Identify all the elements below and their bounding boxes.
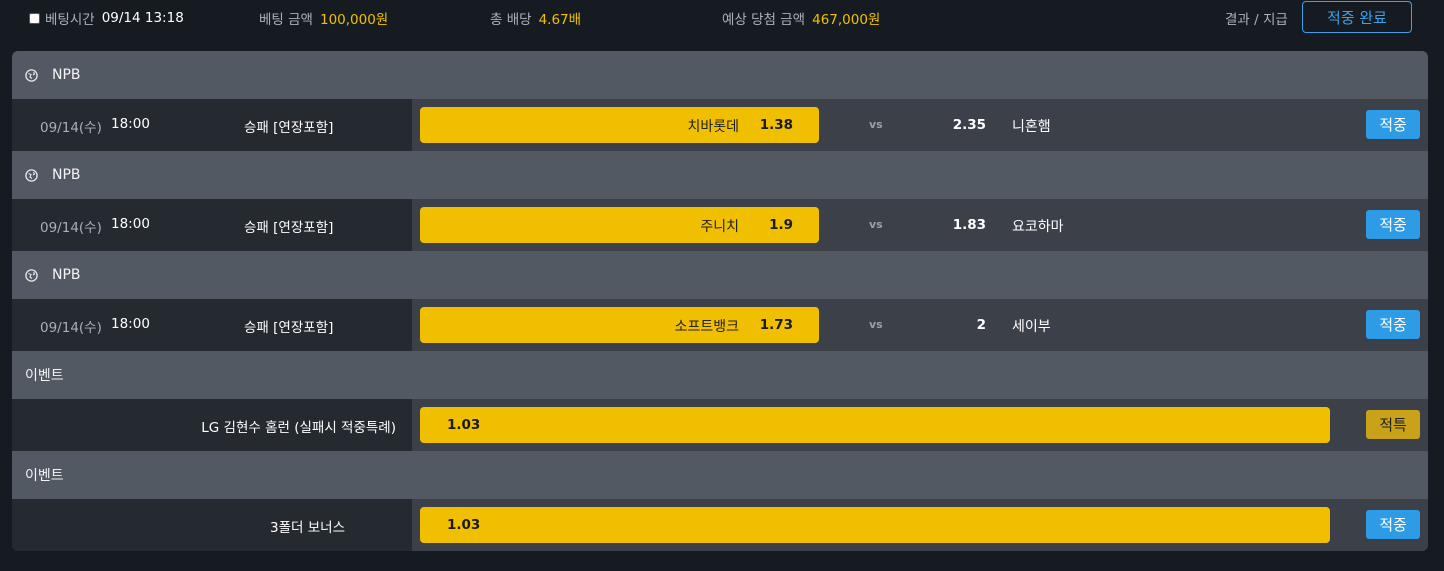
expected-win-value: 467,000원	[812, 12, 881, 28]
vs-label: vs	[869, 118, 883, 131]
bet-amount: 베팅 금액 100,000원	[259, 9, 389, 28]
league-header: NPB	[12, 151, 1428, 199]
away-odds: 1.83	[952, 217, 986, 233]
special-status-button[interactable]: 적특	[1366, 410, 1420, 439]
league-name: NPB	[52, 267, 81, 283]
bet-summary-bar: 베팅시간 09/14 13:18 베팅 금액 100,000원 총 배당 4.6…	[0, 0, 1444, 36]
vs-label: vs	[869, 318, 883, 331]
match-info: 09/14(수) 18:00 승패 [연장포함]	[12, 199, 412, 251]
bet-time: 베팅시간 09/14 13:18	[29, 9, 184, 28]
match-time: 18:00	[111, 216, 150, 232]
league-name: NPB	[52, 67, 81, 83]
hit-status-button[interactable]: 적중	[1366, 510, 1420, 539]
event-name: LG 김현수 홈런 (실패시 적중특례)	[201, 420, 396, 436]
hit-complete-button[interactable]: 적중 완료	[1302, 1, 1412, 33]
event-name: 3폴더 보너스	[270, 520, 345, 536]
event-header-label: 이벤트	[25, 468, 64, 484]
event-selection[interactable]: 1.03	[420, 407, 1330, 443]
away-odds: 2.35	[952, 117, 986, 133]
home-selection[interactable]: 치바롯데 1.38	[420, 107, 819, 143]
event-header: 이벤트	[12, 451, 1428, 499]
home-team: 소프트뱅크	[674, 319, 739, 335]
bet-slip-panel: NPB 09/14(수) 18:00 승패 [연장포함] 치바롯데 1.38 v…	[12, 51, 1428, 551]
match-time: 18:00	[111, 116, 150, 132]
home-odds: 1.73	[759, 317, 793, 333]
league-name: NPB	[52, 167, 81, 183]
bet-time-label: 베팅시간	[45, 12, 95, 28]
event-info: 3폴더 보너스	[12, 499, 412, 551]
match-row: 09/14(수) 18:00 승패 [연장포함] 소프트뱅크 1.73 vs 2…	[12, 299, 1428, 351]
result-pay: 결과 / 지급	[1225, 9, 1295, 28]
expected-win-label: 예상 당첨 금액	[722, 12, 806, 28]
market-type: 승패 [연장포함]	[244, 220, 334, 236]
event-header: 이벤트	[12, 351, 1428, 399]
match-date: 09/14(수)	[40, 320, 102, 336]
home-team: 치바롯데	[687, 119, 739, 135]
home-selection[interactable]: 주니치 1.9	[420, 207, 819, 243]
event-header-label: 이벤트	[25, 368, 64, 384]
event-info: LG 김현수 홈런 (실패시 적중특례)	[12, 399, 412, 451]
away-odds: 2	[976, 317, 986, 333]
away-team: 세이부	[1012, 319, 1051, 335]
hit-status-button[interactable]: 적중	[1366, 310, 1420, 339]
market-type: 승패 [연장포함]	[244, 120, 334, 136]
match-info: 09/14(수) 18:00 승패 [연장포함]	[12, 99, 412, 151]
globe-icon	[25, 268, 38, 282]
home-team: 주니치	[700, 219, 739, 235]
result-pay-label: 결과 / 지급	[1225, 12, 1288, 28]
hit-status-button[interactable]: 적중	[1366, 210, 1420, 239]
event-odds: 1.03	[447, 517, 481, 533]
away-team: 요코하마	[1012, 219, 1064, 235]
globe-icon	[25, 68, 38, 82]
match-row: 09/14(수) 18:00 승패 [연장포함] 치바롯데 1.38 vs 2.…	[12, 99, 1428, 151]
bet-amount-value: 100,000원	[319, 12, 389, 28]
bet-time-value: 09/14 13:18	[101, 10, 184, 26]
event-row: 3폴더 보너스 1.03 적중	[12, 499, 1428, 551]
hit-status-button[interactable]: 적중	[1366, 110, 1420, 139]
total-odds: 총 배당 4.67배	[490, 9, 582, 28]
league-header: NPB	[12, 251, 1428, 299]
total-odds-label: 총 배당	[490, 12, 532, 28]
home-selection[interactable]: 소프트뱅크 1.73	[420, 307, 819, 343]
match-date: 09/14(수)	[40, 120, 102, 136]
league-header: NPB	[12, 51, 1428, 99]
event-odds: 1.03	[447, 417, 481, 433]
bet-amount-label: 베팅 금액	[259, 12, 313, 28]
event-row: LG 김현수 홈런 (실패시 적중특례) 1.03 적특	[12, 399, 1428, 451]
total-odds-value: 4.67배	[538, 12, 582, 28]
globe-icon	[25, 168, 38, 182]
home-odds: 1.9	[769, 217, 793, 233]
match-info: 09/14(수) 18:00 승패 [연장포함]	[12, 299, 412, 351]
expected-win: 예상 당첨 금액 467,000원	[722, 9, 881, 28]
match-date: 09/14(수)	[40, 220, 102, 236]
match-row: 09/14(수) 18:00 승패 [연장포함] 주니치 1.9 vs 1.83…	[12, 199, 1428, 251]
event-selection[interactable]: 1.03	[420, 507, 1330, 543]
market-type: 승패 [연장포함]	[244, 320, 334, 336]
home-odds: 1.38	[759, 117, 793, 133]
match-time: 18:00	[111, 316, 150, 332]
away-team: 니혼햄	[1012, 119, 1051, 135]
vs-label: vs	[869, 218, 883, 231]
bet-select-checkbox[interactable]	[29, 12, 40, 24]
